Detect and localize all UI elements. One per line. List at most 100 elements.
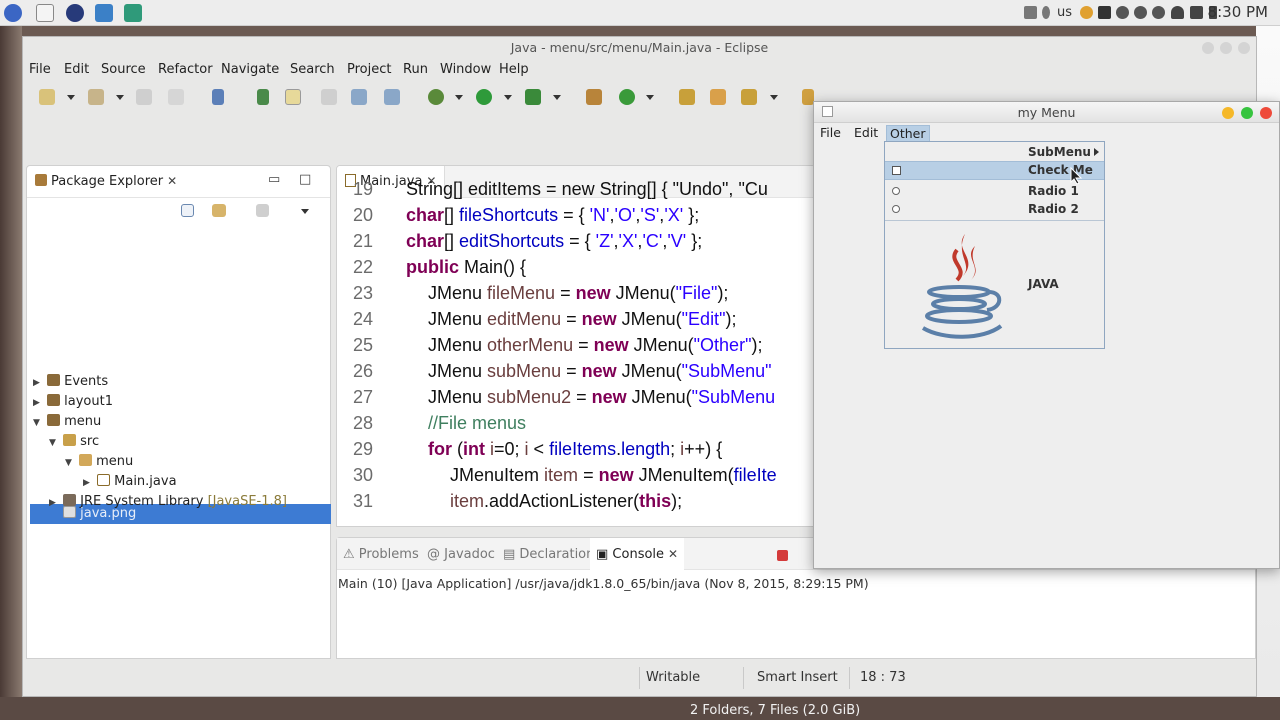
tree-item-events[interactable]: ▶ Events [33, 372, 108, 392]
radio-button[interactable] [892, 187, 900, 195]
menu-window[interactable]: Window [440, 62, 491, 77]
files-icon[interactable] [95, 4, 113, 22]
run-dropdown-icon[interactable] [504, 95, 512, 100]
refresh-dropdown-icon[interactable] [646, 95, 654, 100]
tab-problems[interactable]: ⚠ Problems [343, 547, 419, 562]
collapse-all-icon[interactable] [181, 204, 194, 217]
run-coverage-icon[interactable] [525, 89, 541, 105]
new-java-class-icon[interactable] [586, 89, 602, 105]
new-dropdown-icon[interactable] [67, 95, 75, 100]
expand-icon[interactable]: ▶ [33, 373, 43, 393]
package-explorer-panel: Package Explorer ✕ ▭ □ ▶ Events ▶ layout1… [26, 165, 331, 659]
expand-icon[interactable]: ▶ [83, 473, 93, 493]
tree-item-src[interactable]: ▼ src [49, 432, 99, 452]
project-icon [47, 394, 61, 406]
debug-dropdown-icon[interactable] [455, 95, 463, 100]
tree-item-menu-package[interactable]: ▼ menu [65, 452, 133, 472]
close-button[interactable] [1260, 107, 1272, 119]
terminate-icon[interactable] [777, 550, 788, 561]
status-bar: Writable Smart Insert 18 : 73 [23, 663, 1256, 693]
maximize-view-icon[interactable]: □ [299, 172, 311, 187]
skip-breakpoints-icon[interactable] [212, 89, 224, 105]
tab-console[interactable]: ▣ Console ✕ [590, 538, 685, 570]
menu-item-radio-2[interactable]: Radio 2 [885, 200, 1104, 219]
collapse-icon[interactable]: ▼ [49, 433, 59, 453]
tab-declaration[interactable]: ▤ Declaration [503, 547, 594, 562]
debug-icon[interactable] [428, 89, 444, 105]
attachment-tray-icon[interactable] [1024, 6, 1037, 19]
menu-help[interactable]: Help [499, 62, 529, 77]
menu-source[interactable]: Source [101, 62, 146, 77]
line-number: 28 [352, 413, 373, 433]
sync-tray-icon[interactable] [1134, 6, 1147, 19]
browser-icon[interactable] [66, 4, 84, 22]
tree-item-java-png[interactable]: java.png [49, 504, 136, 524]
menu-item-submenu[interactable]: SubMenu [885, 143, 1104, 162]
minimize-view-icon[interactable]: ▭ [268, 172, 280, 187]
menu-edit[interactable]: Edit [64, 62, 89, 77]
minimize-button[interactable] [1222, 107, 1234, 119]
clock[interactable]: 8:30 PM [1208, 3, 1268, 21]
code-line: 22 public Main() { [337, 254, 815, 280]
maximize-button[interactable] [1241, 107, 1253, 119]
screen-record-icon[interactable] [1098, 6, 1111, 19]
search-icon[interactable] [741, 89, 757, 105]
collapse-icon[interactable]: ▼ [33, 413, 43, 433]
menu-search[interactable]: Search [290, 62, 335, 77]
keyboard-language[interactable]: us [1057, 5, 1072, 20]
close-button[interactable] [1238, 42, 1250, 54]
save-icon[interactable] [136, 89, 152, 105]
search-dropdown-icon[interactable] [770, 95, 778, 100]
open-task-icon[interactable] [679, 89, 695, 105]
menu-project[interactable]: Project [347, 62, 391, 77]
code-text: public Main() { [406, 257, 527, 277]
show-desktop-icon[interactable] [36, 4, 54, 22]
collapse-icon[interactable]: ▼ [65, 453, 75, 473]
open-folder-icon[interactable] [710, 89, 726, 105]
menu-run[interactable]: Run [403, 62, 428, 77]
menu-edit[interactable]: Edit [851, 125, 881, 142]
close-icon[interactable]: ✕ [668, 547, 678, 561]
update-tray-icon[interactable] [1152, 6, 1165, 19]
checkbox[interactable] [892, 166, 901, 175]
link-with-editor-icon[interactable] [212, 204, 226, 217]
mark-occurrences-icon[interactable] [285, 89, 301, 105]
menu-refactor[interactable]: Refactor [158, 62, 213, 77]
refresh-icon[interactable] [619, 89, 635, 105]
coverage-dropdown-icon[interactable] [553, 95, 561, 100]
new-package-dropdown-icon[interactable] [116, 95, 124, 100]
radio-button[interactable] [892, 205, 900, 213]
show-source-icon[interactable] [384, 89, 400, 105]
new-package-icon[interactable] [88, 89, 104, 105]
tree-item-menu-project[interactable]: ▼ menu [33, 412, 101, 432]
focus-icon[interactable] [256, 204, 269, 217]
tree-item-main-java[interactable]: ▶ Main.java [83, 472, 177, 492]
run-icon[interactable] [476, 89, 492, 105]
project-icon [47, 414, 61, 426]
maximize-button[interactable] [1220, 42, 1232, 54]
terminal-icon[interactable] [124, 4, 142, 22]
minimize-button[interactable] [1202, 42, 1214, 54]
tab-package-explorer[interactable]: Package Explorer ✕ [35, 174, 177, 189]
open-type-icon[interactable] [257, 89, 269, 105]
menu-item-java[interactable]: JAVA [885, 222, 1104, 348]
new-icon[interactable] [39, 89, 55, 105]
show-whitespace-icon[interactable] [351, 89, 367, 105]
menu-file[interactable]: File [29, 62, 51, 77]
menu-file[interactable]: File [817, 125, 844, 142]
view-menu-icon[interactable] [301, 209, 309, 214]
status-tray-icon[interactable] [1116, 6, 1129, 19]
close-icon[interactable]: ✕ [167, 174, 177, 188]
tab-javadoc[interactable]: @ Javadoc [427, 547, 495, 562]
bluetooth-icon[interactable] [1042, 6, 1050, 19]
volume-icon[interactable] [1190, 6, 1203, 19]
menu-navigate[interactable]: Navigate [221, 62, 279, 77]
save-all-icon[interactable] [168, 89, 184, 105]
block-selection-icon[interactable] [321, 89, 337, 105]
menu-other[interactable]: Other [886, 125, 930, 142]
chrome-tray-icon[interactable] [1080, 6, 1093, 19]
fedora-icon[interactable] [4, 4, 22, 22]
expand-icon[interactable]: ▶ [33, 393, 43, 413]
wifi-icon[interactable] [1171, 6, 1184, 19]
tree-item-layout1[interactable]: ▶ layout1 [33, 392, 113, 412]
